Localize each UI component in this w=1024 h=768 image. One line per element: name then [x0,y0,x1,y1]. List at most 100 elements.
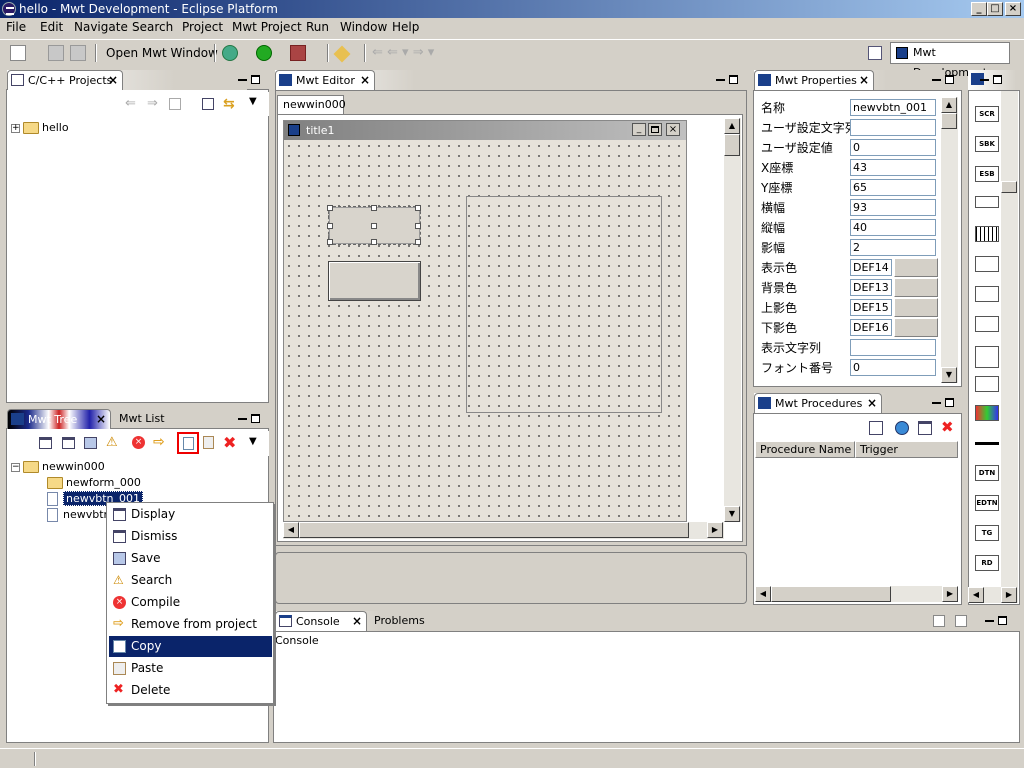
editor-vertical-scrollbar[interactable]: ▲ ▼ [724,118,741,522]
scroll-right-icon[interactable]: ▶ [1001,587,1017,603]
palette-item-color[interactable] [975,405,999,421]
scroll-up-icon[interactable]: ▲ [724,118,740,134]
scroll-right-icon[interactable]: ▶ [707,522,723,538]
property-value-field[interactable]: 65 [850,179,936,196]
clear-console-icon[interactable] [933,615,945,627]
color-picker-button[interactable] [894,278,938,297]
menu-item-compile[interactable]: × Compile [109,592,272,613]
color-picker-button[interactable] [894,318,938,337]
column-procedure-name[interactable]: Procedure Name [755,441,855,458]
property-value-field[interactable]: 0 [850,359,936,376]
paste-icon[interactable] [203,436,214,449]
minimize-view-icon[interactable] [716,79,725,81]
resize-handle[interactable] [327,205,333,211]
resize-handle[interactable] [371,205,377,211]
column-trigger[interactable]: Trigger [855,441,958,458]
scroll-left-icon[interactable]: ◀ [755,586,771,602]
tree-item-newwin000[interactable]: − newwin000 [11,460,105,473]
open-mwt-window-button[interactable]: Open Mwt Window [106,46,218,60]
property-value-field[interactable]: DEF15 [850,299,892,316]
back-icon[interactable]: ⇐ [125,96,136,111]
close-icon[interactable]: × [859,71,869,90]
form-close-icon[interactable]: × [666,123,680,136]
menu-item-search[interactable]: ⚠ Search [109,570,272,591]
color-picker-button[interactable] [894,298,938,317]
compile-error-icon[interactable]: × [132,436,145,449]
nav-back-icon[interactable]: ⇐ ⇐ ▾ ⇒ ▾ [372,45,434,60]
view-menu-icon[interactable]: ▼ [249,436,257,447]
delete-procedure-icon[interactable]: ✖ [941,418,954,436]
link-editor-icon[interactable]: ⇆ [223,96,235,112]
tree-item-newvbtn[interactable]: newvbtn [47,508,111,522]
procedures-hscrollbar[interactable]: ◀ ▶ [755,586,958,602]
menu-item-dismiss[interactable]: Dismiss [109,526,272,547]
maximize-view-icon[interactable] [251,413,260,423]
save-icon[interactable] [84,437,97,449]
menu-file[interactable]: File [6,20,26,34]
tab-mwt-tree[interactable]: Mwt Tree × [7,409,111,429]
expand-icon[interactable]: + [11,123,20,133]
maximize-view-icon[interactable] [993,74,1002,84]
menu-item-copy[interactable]: Copy [109,636,272,657]
menu-help[interactable]: Help [392,20,419,34]
maximize-view-icon[interactable] [729,74,738,84]
perspective-mwt-development[interactable]: Mwt Development [890,42,1010,79]
form-frame-widget[interactable] [466,196,662,413]
menu-item-display[interactable]: Display [109,504,272,525]
palette-item-frame[interactable] [975,256,999,272]
property-value-field[interactable]: 2 [850,239,936,256]
display-console-icon[interactable] [955,615,967,627]
maximize-button[interactable]: □ [987,2,1003,16]
minimize-view-icon[interactable] [932,79,941,81]
scroll-thumb[interactable] [724,134,740,156]
palette-item-form[interactable] [975,346,999,368]
close-icon[interactable]: × [360,71,370,90]
menu-item-paste[interactable]: Paste [109,658,272,679]
menu-window[interactable]: Window [340,20,387,34]
palette-item-scr[interactable]: SCR [975,106,999,122]
scroll-right-icon[interactable]: ▶ [942,586,958,602]
maximize-view-icon[interactable] [945,74,954,84]
property-value-field[interactable] [850,119,936,136]
edit-procedure-icon[interactable] [918,421,932,435]
display-icon[interactable] [39,437,52,449]
new-icon[interactable] [10,45,26,61]
close-icon[interactable]: × [108,71,118,90]
palette-item-sbk[interactable]: SBK [975,136,999,152]
property-value-field[interactable]: 93 [850,199,936,216]
minimize-view-icon[interactable] [238,79,247,81]
scroll-left-icon[interactable]: ◀ [968,587,984,603]
scroll-left-icon[interactable]: ◀ [283,522,299,538]
menu-item-save[interactable]: Save [109,548,272,569]
palette-scrollbar[interactable] [1001,91,1018,587]
palette-item-bar[interactable] [975,196,999,208]
resize-handle[interactable] [327,223,333,229]
scroll-thumb[interactable] [1001,181,1017,193]
palette-hscrollbar[interactable]: ◀ ▶ [968,587,1018,603]
property-value-field[interactable]: 40 [850,219,936,236]
property-value-field[interactable] [850,339,936,356]
palette-item-dtn[interactable]: DTN [975,465,999,481]
close-icon[interactable]: × [867,394,877,413]
property-value-field[interactable]: DEF14 [850,259,892,276]
resize-handle[interactable] [327,239,333,245]
open-perspective-icon[interactable] [868,46,882,60]
menu-navigate[interactable]: Navigate [74,20,128,34]
editor-horizontal-scrollbar[interactable]: ◀ ▶ [283,522,724,539]
menu-project[interactable]: Project [182,20,223,34]
menu-item-delete[interactable]: ✖ Delete [109,680,272,701]
tree-item-hello[interactable]: + hello [11,121,69,134]
palette-item-rd[interactable]: RD [975,555,999,571]
tab-cpp-projects[interactable]: C/C++ Projects × [7,70,123,90]
palette-item-tg[interactable]: TG [975,525,999,541]
palette-item-esb[interactable]: ESB [975,166,999,182]
scroll-thumb[interactable] [941,113,957,129]
tab-mwt-editor[interactable]: Mwt Editor × [275,70,375,90]
resize-handle[interactable] [415,239,421,245]
maximize-view-icon[interactable] [945,397,954,407]
palette-item-label[interactable] [975,376,999,392]
maximize-view-icon[interactable] [251,74,260,84]
resize-handle[interactable] [371,223,377,229]
property-value-field[interactable]: DEF16 [850,319,892,336]
save-icon[interactable] [48,45,64,61]
